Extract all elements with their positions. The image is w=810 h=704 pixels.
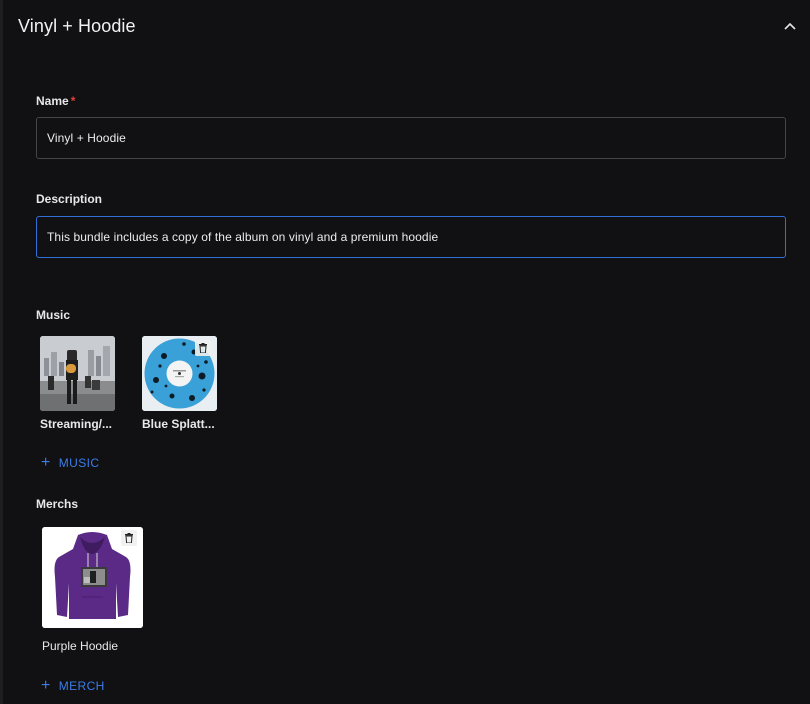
name-label-text: Name [36,94,69,108]
add-music-label: MUSIC [58,456,100,470]
chevron-up-icon[interactable] [780,16,800,36]
add-music-button[interactable]: + MUSIC [41,455,99,471]
description-field[interactable] [36,216,786,258]
trash-icon [125,533,133,543]
add-merch-button[interactable]: + MERCH [41,678,105,694]
trash-icon [199,343,207,353]
delete-music-item-button[interactable] [195,340,211,356]
merchs-section-label: Merchs [36,497,79,511]
name-label: Name * [36,94,75,108]
name-input[interactable] [47,131,775,145]
panel-title: Vinyl + Hoodie [18,15,136,36]
music-item-label: Streaming/... [40,417,113,431]
add-merch-label: MERCH [58,679,105,693]
plus-icon: + [41,454,51,471]
delete-merch-item-button[interactable] [121,530,137,546]
music-section-label: Music [36,308,71,322]
description-input[interactable] [47,230,775,244]
music-item-label: Blue Splatt... [142,417,215,431]
name-field[interactable] [36,117,786,159]
panel-header[interactable]: Vinyl + Hoodie [18,14,800,38]
music-item-thumbnail[interactable] [40,336,115,411]
required-asterisk: * [70,94,76,108]
streaming-artwork [40,336,115,411]
merch-item-label: Purple Hoodie [42,639,119,653]
plus-icon: + [41,677,51,694]
bundle-panel: Vinyl + Hoodie Name* Description Music [0,0,810,704]
description-label: Description [36,192,103,206]
